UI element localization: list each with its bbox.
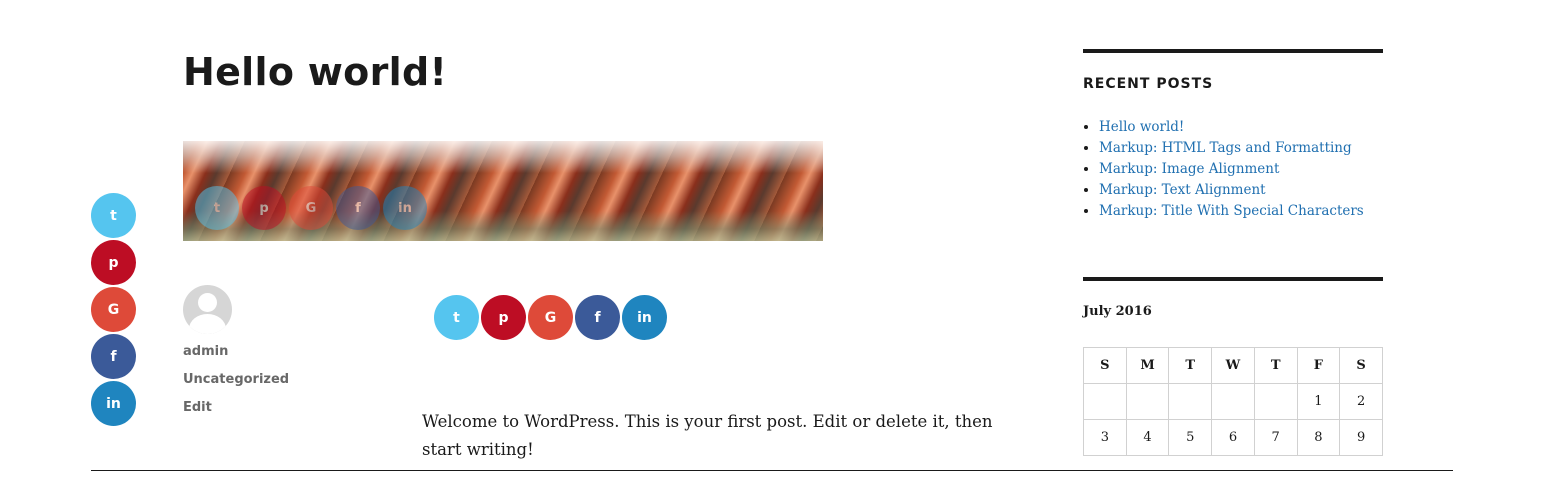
- calendar-day-cell: [1211, 383, 1255, 420]
- recent-posts-list: Hello world! Markup: HTML Tags and Forma…: [1083, 117, 1364, 222]
- list-item: Markup: Text Alignment: [1099, 180, 1364, 201]
- recent-posts-title: RECENT POSTS: [1083, 76, 1214, 92]
- edit-link[interactable]: Edit: [183, 400, 212, 415]
- calendar-day-cell: 6: [1211, 419, 1255, 456]
- inline-linkedin-share-button[interactable]: in: [622, 295, 667, 340]
- calendar-caption: July 2016: [1083, 304, 1152, 319]
- calendar-day-header: S: [1339, 347, 1383, 384]
- recent-post-link[interactable]: Markup: Title With Special Characters: [1099, 203, 1364, 219]
- post-content: Welcome to WordPress. This is your first…: [422, 412, 993, 459]
- author-avatar[interactable]: [183, 285, 232, 334]
- calendar-day-header: W: [1211, 347, 1255, 384]
- recent-post-link[interactable]: Hello world!: [1099, 119, 1184, 135]
- recent-post-link[interactable]: Markup: Image Alignment: [1099, 161, 1279, 177]
- inline-facebook-share-button[interactable]: f: [575, 295, 620, 340]
- calendar-day-header: F: [1296, 347, 1341, 384]
- google-share-button[interactable]: G: [91, 287, 136, 332]
- calendar-day-cell: [1083, 383, 1127, 420]
- recent-post-link[interactable]: Markup: HTML Tags and Formatting: [1099, 140, 1352, 156]
- image-google-share-icon[interactable]: G: [289, 186, 333, 230]
- inline-google-share-button[interactable]: G: [528, 295, 573, 340]
- calendar-day-header: S: [1083, 347, 1127, 384]
- post-title: Hello world!: [183, 50, 448, 94]
- avatar-head-icon: [198, 293, 217, 312]
- calendar-day-cell: 9: [1339, 419, 1383, 456]
- calendar-day-cell: [1125, 383, 1170, 420]
- linkedin-share-button[interactable]: in: [91, 381, 136, 426]
- calendar-day-cell: 2: [1339, 383, 1383, 420]
- calendar-table: S M T W T F S 1 2 3 4 5 6 7 8 9: [1083, 347, 1383, 456]
- list-item: Markup: Title With Special Characters: [1099, 201, 1364, 222]
- list-item: Markup: Image Alignment: [1099, 159, 1364, 180]
- list-item: Markup: HTML Tags and Formatting: [1099, 138, 1364, 159]
- calendar-day-cell: 1: [1296, 383, 1341, 420]
- author-link[interactable]: admin: [183, 344, 228, 359]
- facebook-share-button[interactable]: f: [91, 334, 136, 379]
- calendar-day-cell: 5: [1168, 419, 1213, 456]
- category-link[interactable]: Uncategorized: [183, 372, 289, 387]
- calendar-week-row: 3 4 5 6 7 8 9: [1083, 419, 1383, 456]
- image-pinterest-share-icon[interactable]: p: [242, 186, 286, 230]
- twitter-share-button[interactable]: t: [91, 193, 136, 238]
- calendar-week-row: 1 2: [1083, 383, 1383, 420]
- image-facebook-share-icon[interactable]: f: [336, 186, 380, 230]
- list-item: Hello world!: [1099, 117, 1364, 138]
- content-divider: [91, 470, 1453, 471]
- avatar-body-icon: [189, 314, 226, 334]
- pinterest-share-button[interactable]: p: [91, 240, 136, 285]
- calendar-day-cell: 3: [1083, 419, 1127, 456]
- calendar-divider: [1083, 277, 1383, 281]
- calendar-day-header: T: [1253, 347, 1298, 384]
- recent-post-link[interactable]: Markup: Text Alignment: [1099, 182, 1266, 198]
- calendar-day-cell: 4: [1125, 419, 1170, 456]
- calendar-day-cell: 8: [1296, 419, 1341, 456]
- calendar-day-header: T: [1168, 347, 1213, 384]
- inline-share-bar: t p G f in: [434, 295, 669, 340]
- image-twitter-share-icon[interactable]: t: [195, 186, 239, 230]
- calendar-day-header: M: [1125, 347, 1170, 384]
- inline-twitter-share-button[interactable]: t: [434, 295, 479, 340]
- calendar-header-row: S M T W T F S: [1083, 347, 1383, 384]
- floating-share-bar: t p G f in: [91, 193, 136, 428]
- calendar-day-cell: [1253, 383, 1298, 420]
- calendar-day-cell: 7: [1253, 419, 1298, 456]
- calendar-day-cell: [1168, 383, 1213, 420]
- inline-pinterest-share-button[interactable]: p: [481, 295, 526, 340]
- recent-posts-divider: [1083, 49, 1383, 53]
- image-share-overlay: t p G f in: [195, 186, 430, 230]
- featured-image: t p G f in: [183, 141, 823, 241]
- image-linkedin-share-icon[interactable]: in: [383, 186, 427, 230]
